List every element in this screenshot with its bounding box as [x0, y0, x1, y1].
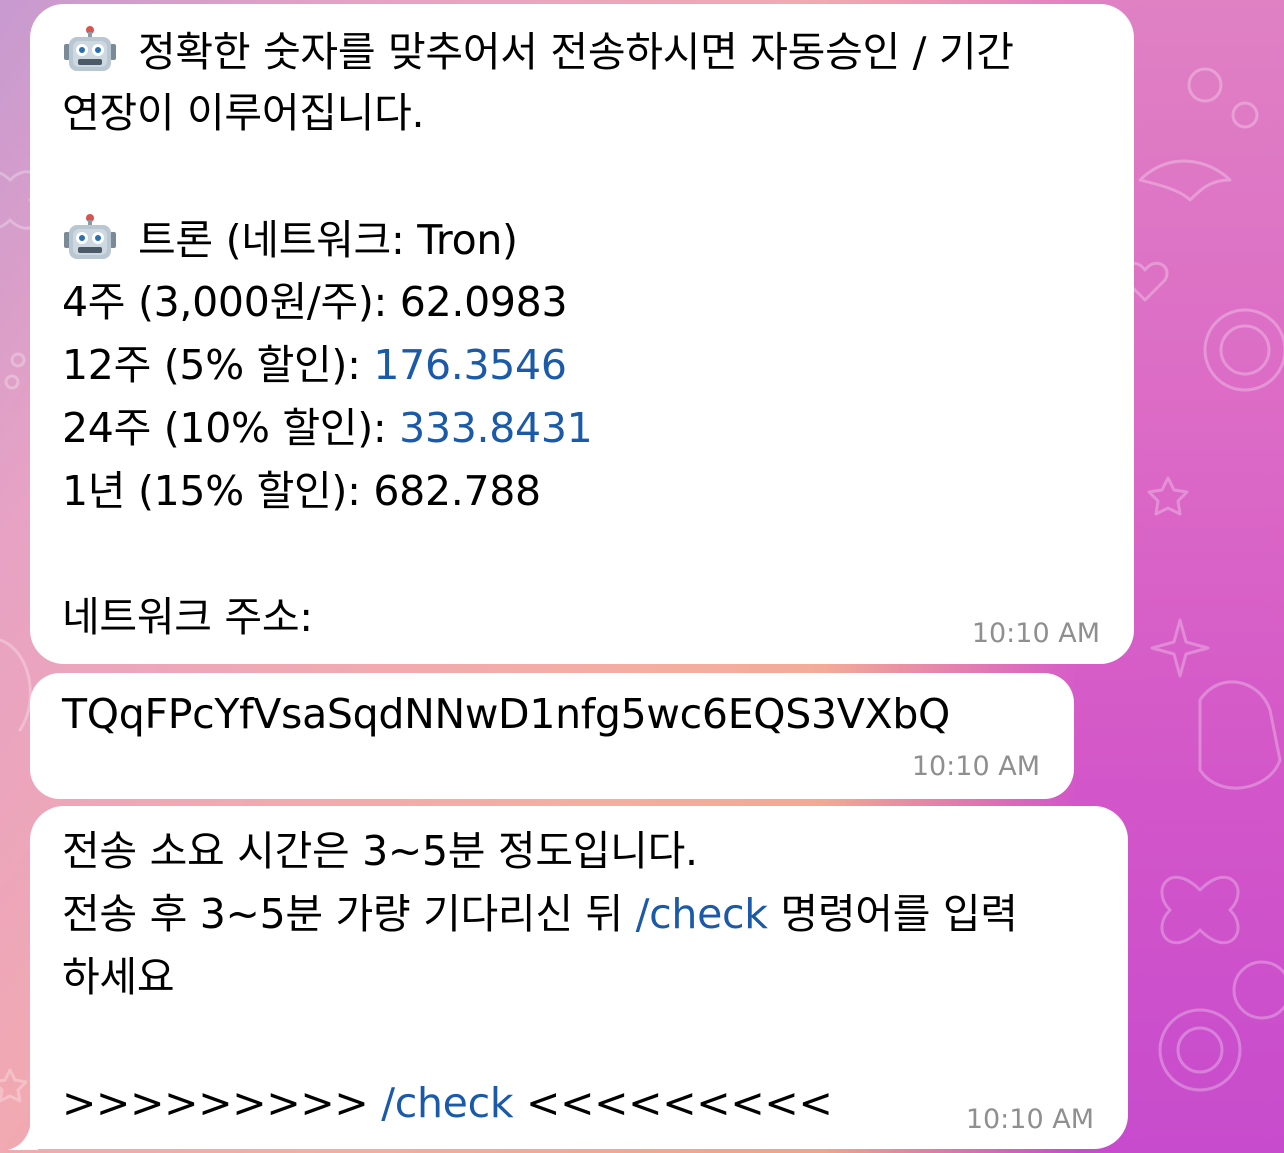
message-text-line: 정확한 숫자를 맞추어서 전송하시면 자동승인 / 기간: [62, 26, 1014, 77]
message-timestamp: 10:10 AM: [911, 751, 1040, 782]
bubble-tail: [8, 1116, 38, 1150]
price-line-4weeks: 4주 (3,000원/주): 62.0983: [62, 278, 568, 326]
price-line-24weeks: 24주 (10% 할인): 333.8431: [62, 404, 593, 452]
message-timestamp: 10:10 AM: [965, 1104, 1094, 1135]
robot-face-icon: [64, 26, 116, 71]
price-line-1year: 1년 (15% 할인): 682.788: [62, 467, 541, 515]
price-value-link[interactable]: 176.3546: [373, 341, 567, 389]
intro-text: 정확한 숫자를 맞추어서 전송하시면 자동승인 / 기간: [138, 28, 1014, 76]
message-text-line: 전송 후 3~5분 가량 기다리신 뒤 /check 명령어를 입력: [62, 890, 1018, 938]
message-text-line: 하세요: [62, 953, 175, 1001]
message-bubble: 전송 소요 시간은 3~5분 정도입니다. 전송 후 3~5분 가량 기다리신 …: [30, 806, 1128, 1149]
network-title: 트론 (네트워크: Tron): [138, 216, 518, 264]
message-bubble: TQqFPcYfVsaSqdNNwD1nfg5wc6EQS3VXbQ 10:10…: [30, 673, 1074, 799]
price-value-link[interactable]: 333.8431: [399, 404, 593, 452]
check-command-link[interactable]: /check: [381, 1079, 513, 1127]
message-text-line: >>>>>>>>> /check <<<<<<<<<: [62, 1079, 833, 1127]
network-address-label: 네트워크 주소:: [62, 593, 313, 641]
message-timestamp: 10:10 AM: [971, 618, 1100, 649]
message-text-line: 연장이 이루어집니다.: [62, 89, 425, 137]
robot-face-icon: [64, 214, 116, 259]
network-title-line: 트론 (네트워크: Tron): [62, 214, 518, 265]
message-text-line: 전송 소요 시간은 3~5분 정도입니다.: [62, 827, 698, 875]
check-command-link[interactable]: /check: [636, 890, 768, 938]
message-bubble: 정확한 숫자를 맞추어서 전송하시면 자동승인 / 기간 연장이 이루어집니다.…: [30, 4, 1134, 664]
doodle-small-star-icon: [0, 1068, 28, 1103]
wallet-address[interactable]: TQqFPcYfVsaSqdNNwD1nfg5wc6EQS3VXbQ: [62, 689, 950, 739]
price-line-12weeks: 12주 (5% 할인): 176.3546: [62, 341, 567, 389]
